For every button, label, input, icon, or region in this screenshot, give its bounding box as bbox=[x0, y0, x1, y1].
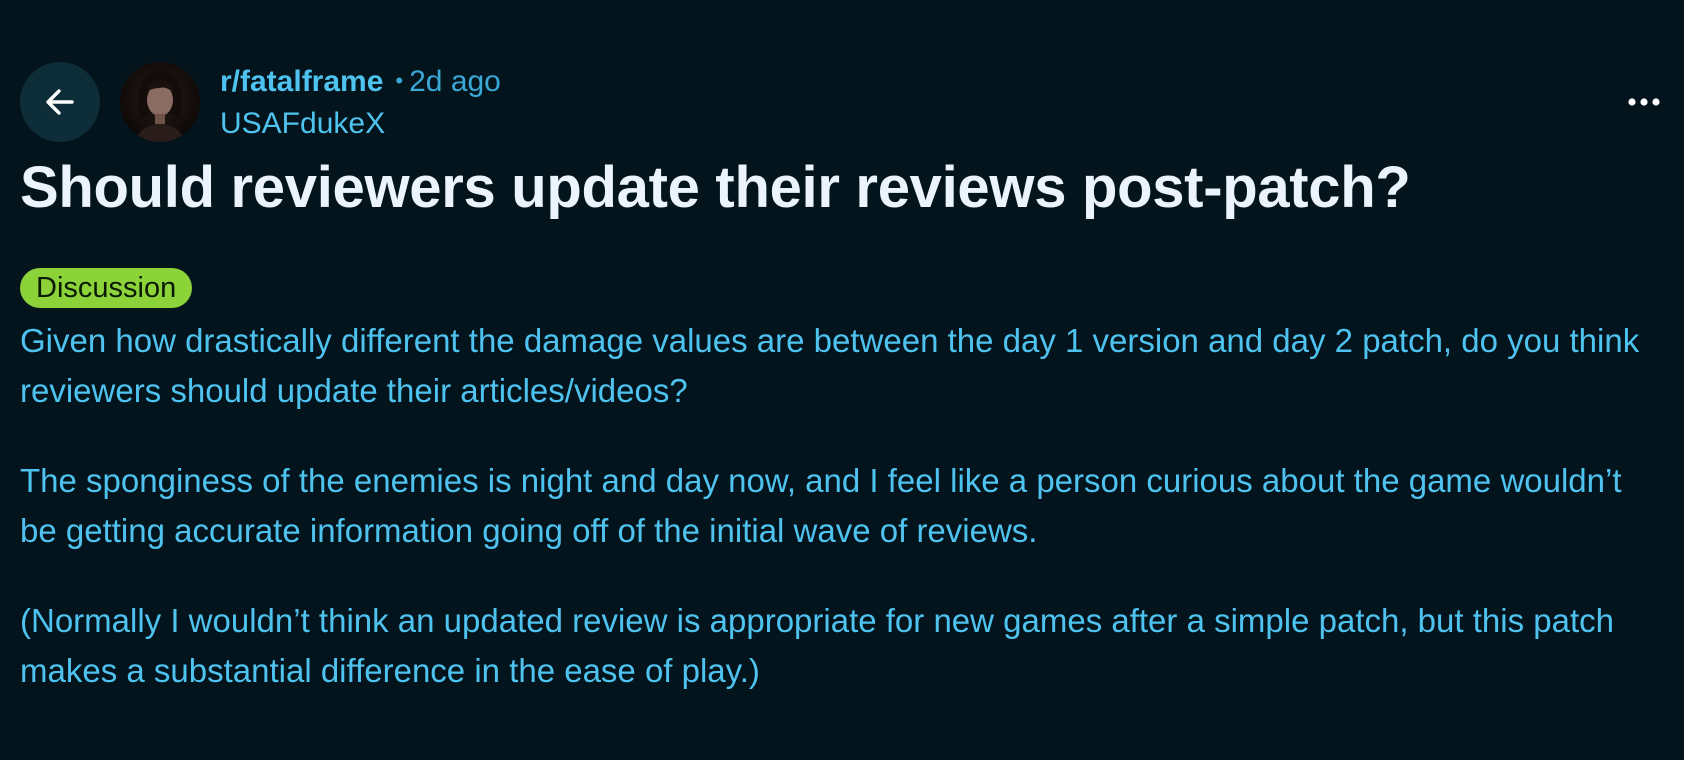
post-timestamp: 2d ago bbox=[409, 65, 501, 98]
post-meta: r/fatalframe • 2d ago USAFdukeX bbox=[220, 62, 501, 144]
post-header: r/fatalframe • 2d ago USAFdukeX bbox=[20, 62, 1664, 142]
post-body: Given how drastically different the dama… bbox=[20, 316, 1664, 736]
author-link[interactable]: USAFdukeX bbox=[220, 104, 501, 144]
user-avatar-image bbox=[120, 62, 200, 142]
subreddit-link[interactable]: r/fatalframe bbox=[220, 65, 383, 98]
post-flair[interactable]: Discussion bbox=[20, 268, 193, 308]
post-body-paragraph: Given how drastically different the dama… bbox=[20, 322, 1640, 409]
arrow-left-icon bbox=[46, 89, 74, 115]
post-body-paragraph: (Normally I wouldn’t think an updated re… bbox=[20, 602, 1614, 689]
post-meta-line: r/fatalframe • 2d ago bbox=[220, 62, 501, 104]
more-options-button[interactable] bbox=[1624, 84, 1664, 120]
back-button[interactable] bbox=[20, 62, 100, 142]
meta-separator: • bbox=[395, 68, 404, 93]
post-body-paragraph: The sponginess of the enemies is night a… bbox=[20, 462, 1622, 549]
avatar[interactable] bbox=[120, 62, 200, 142]
post-title: Should reviewers update their reviews po… bbox=[20, 155, 1411, 220]
more-horizontal-icon bbox=[1628, 98, 1660, 106]
